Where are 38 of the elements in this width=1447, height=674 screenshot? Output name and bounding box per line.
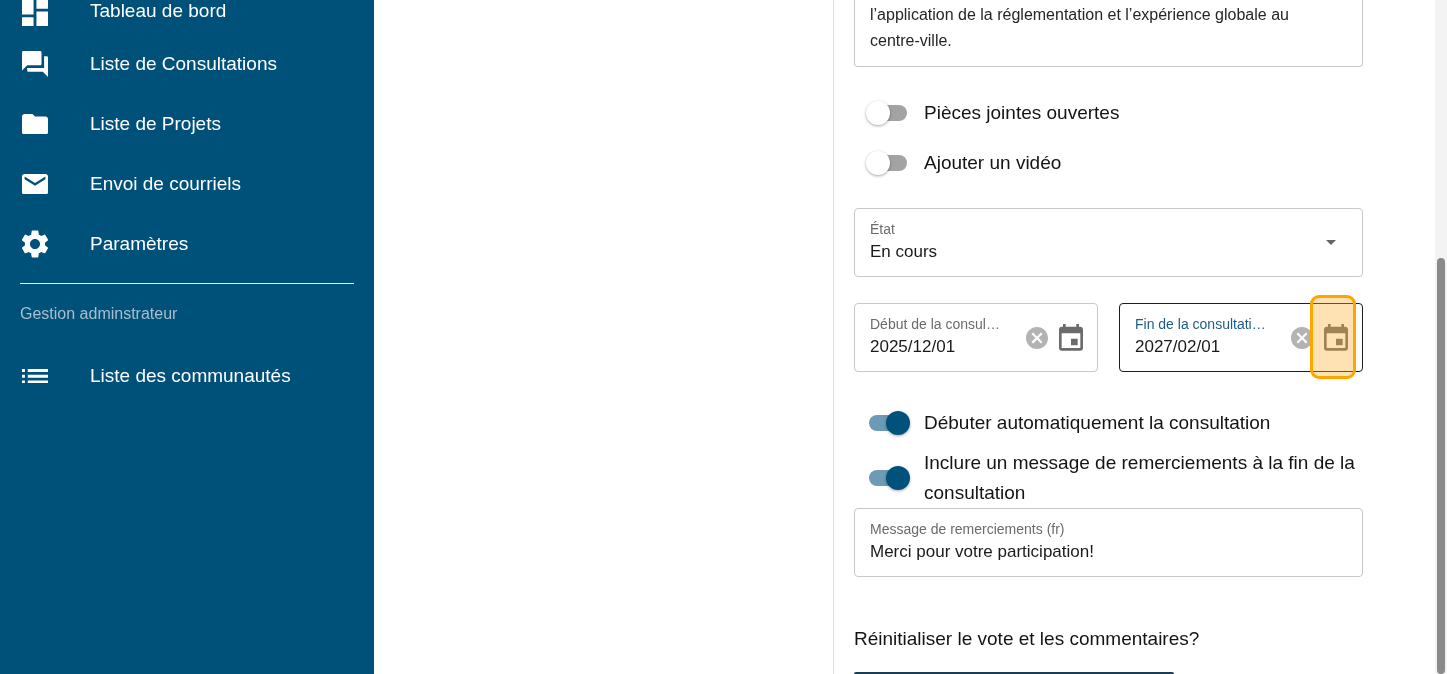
nav-item[interactable]: Paramètres: [0, 214, 374, 274]
reset-question: Réinitialiser le vote et les commentaires?: [854, 627, 1200, 651]
nav-item[interactable]: Liste des communautés: [0, 346, 374, 406]
nav-item[interactable]: Envoi de courriels: [0, 154, 374, 214]
folder-icon: [22, 113, 48, 135]
field-value: 2025/12/01: [870, 336, 956, 358]
list-icon: [22, 368, 48, 384]
field-label: Fin de la consultati…: [1135, 315, 1266, 333]
nav-item[interactable]: Tableau de bord: [0, 0, 374, 34]
field-value: 2027/02/01: [1135, 336, 1221, 358]
toggle-label[interactable]: Pièces jointes ouvertes: [924, 98, 1120, 128]
date-field[interactable]: Début de la consul… 2025/12/01: [854, 303, 1098, 372]
nav-item[interactable]: Liste de Consultations: [0, 34, 374, 94]
dashboard-icon: [22, 0, 48, 26]
field-label: État: [870, 220, 895, 238]
settings-icon: [22, 230, 48, 258]
field-value: Merci pour votre participation!: [870, 541, 1094, 563]
clear-icon[interactable]: [1291, 326, 1313, 349]
chat-bubbles-icon: [22, 51, 48, 77]
calendar-icon: [1324, 324, 1348, 351]
calendar-icon: [1059, 324, 1083, 351]
field-label: Message de remerciements (fr): [870, 520, 1065, 538]
field-label: Début de la consul…: [870, 315, 1000, 333]
scrollbar-thumb[interactable]: [1437, 258, 1445, 674]
text-field[interactable]: Message de remerciements (fr) Merci pour votre participation!: [854, 508, 1363, 577]
toggle-label[interactable]: Inclure un message de remerciements à la fin de la consultation: [924, 448, 1363, 508]
caret-icon: [1326, 240, 1336, 245]
field-value: l’application de la réglementation et l’expérience globale au centre-ville.: [870, 5, 1290, 51]
field-value: En cours: [870, 241, 938, 263]
toggle-label[interactable]: Débuter automatiquement la consultation: [924, 408, 1271, 438]
status-select[interactable]: État En cours: [854, 208, 1363, 277]
date-field[interactable]: Fin de la consultati… 2027/02/01: [1119, 303, 1363, 372]
toggle-label[interactable]: Ajouter un vidéo: [924, 148, 1062, 178]
envelope-icon: [22, 173, 48, 195]
nav-item[interactable]: Liste de Projets: [0, 94, 374, 154]
clear-icon[interactable]: [1026, 326, 1048, 349]
description-field[interactable]: l’application de la réglementation et l’expérience globale au centre-ville.: [854, 0, 1363, 67]
section-heading: Gestion adminstrateur: [20, 304, 178, 324]
